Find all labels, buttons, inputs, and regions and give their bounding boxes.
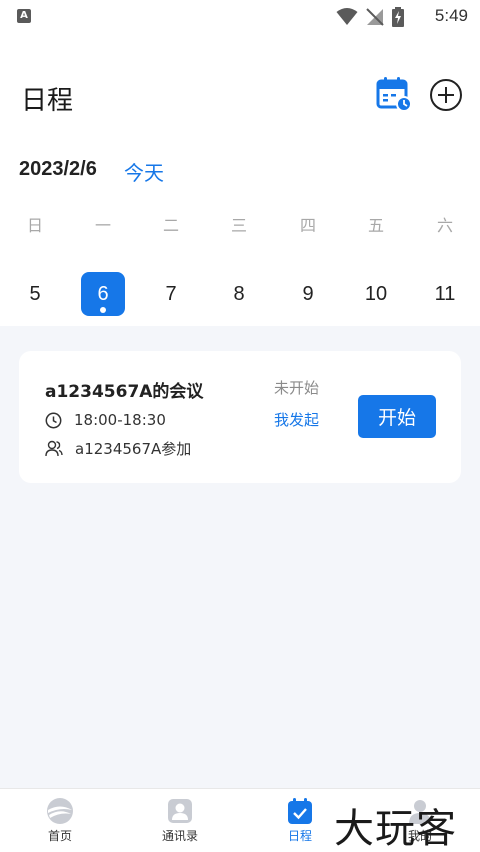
- weekday-sun: 日: [26, 216, 43, 235]
- day-cell[interactable]: 10: [354, 272, 398, 316]
- header: 日程: [0, 34, 480, 154]
- week-days: 5 6 7 8 9 10 11: [0, 272, 480, 318]
- meeting-initiator: 我发起: [274, 411, 320, 429]
- status-time: 5:49: [434, 6, 468, 25]
- date-row: 2023/2/6 今天: [0, 152, 480, 188]
- notification-app-icon: A: [17, 9, 31, 23]
- no-signal-icon: [366, 8, 384, 26]
- watermark: 大玩客: [334, 806, 457, 852]
- meeting-card[interactable]: a1234567A的会议 18:00-18:30 a1234567A参加 未开始…: [19, 351, 461, 483]
- meeting-title: a1234567A的会议: [45, 382, 204, 402]
- contacts-icon: [168, 799, 192, 823]
- nav-label: 首页: [47, 829, 72, 843]
- weekday-wed: 三: [230, 216, 247, 235]
- day-cell[interactable]: 5: [13, 272, 57, 316]
- clock-icon: [45, 412, 62, 428]
- day-cell[interactable]: 7: [149, 272, 193, 316]
- today-button[interactable]: 今天: [124, 157, 164, 186]
- day-cell[interactable]: 9: [286, 272, 330, 316]
- people-icon: [45, 440, 63, 456]
- battery-charging-icon: [392, 7, 404, 27]
- meeting-time-row: 18:00-18:30: [45, 409, 166, 431]
- wifi-icon: [336, 8, 358, 25]
- status-bar: A 5:49: [0, 0, 480, 34]
- page-title: 日程: [21, 86, 74, 116]
- start-meeting-button[interactable]: 开始: [358, 395, 436, 438]
- weekday-sat: 六: [436, 216, 453, 235]
- weekday-mon: 一: [94, 216, 111, 235]
- schedule-icon: [288, 798, 312, 824]
- day-cell[interactable]: 11: [423, 272, 467, 316]
- event-dot: [100, 307, 106, 313]
- meeting-time: 18:00-18:30: [74, 411, 166, 429]
- nav-item-contacts[interactable]: 通讯录: [140, 797, 220, 844]
- calendar-clock-icon[interactable]: [376, 76, 412, 112]
- weekday-tue: 二: [162, 216, 179, 235]
- nav-item-schedule[interactable]: 日程: [260, 797, 340, 844]
- home-icon: [47, 798, 73, 824]
- day-cell-selected[interactable]: 6: [81, 272, 125, 316]
- meeting-status: 未开始: [274, 379, 320, 397]
- weekday-fri: 五: [367, 216, 384, 235]
- day-cell[interactable]: 8: [217, 272, 261, 316]
- nav-label: 通讯录: [161, 829, 198, 843]
- weekday-thu: 四: [299, 216, 316, 235]
- add-icon[interactable]: [429, 78, 463, 112]
- day-number: 6: [97, 283, 109, 305]
- meeting-attendees-row: a1234567A参加: [45, 437, 191, 459]
- nav-item-home[interactable]: 首页: [20, 797, 100, 844]
- meeting-attendees: a1234567A参加: [75, 439, 192, 458]
- schedule-list: a1234567A的会议 18:00-18:30 a1234567A参加 未开始…: [0, 326, 480, 788]
- nav-label: 日程: [287, 829, 312, 843]
- weekday-header: 日 一 二 三 四 五 六: [0, 212, 480, 242]
- current-date: 2023/2/6: [19, 158, 97, 180]
- status-icons: [336, 7, 404, 27]
